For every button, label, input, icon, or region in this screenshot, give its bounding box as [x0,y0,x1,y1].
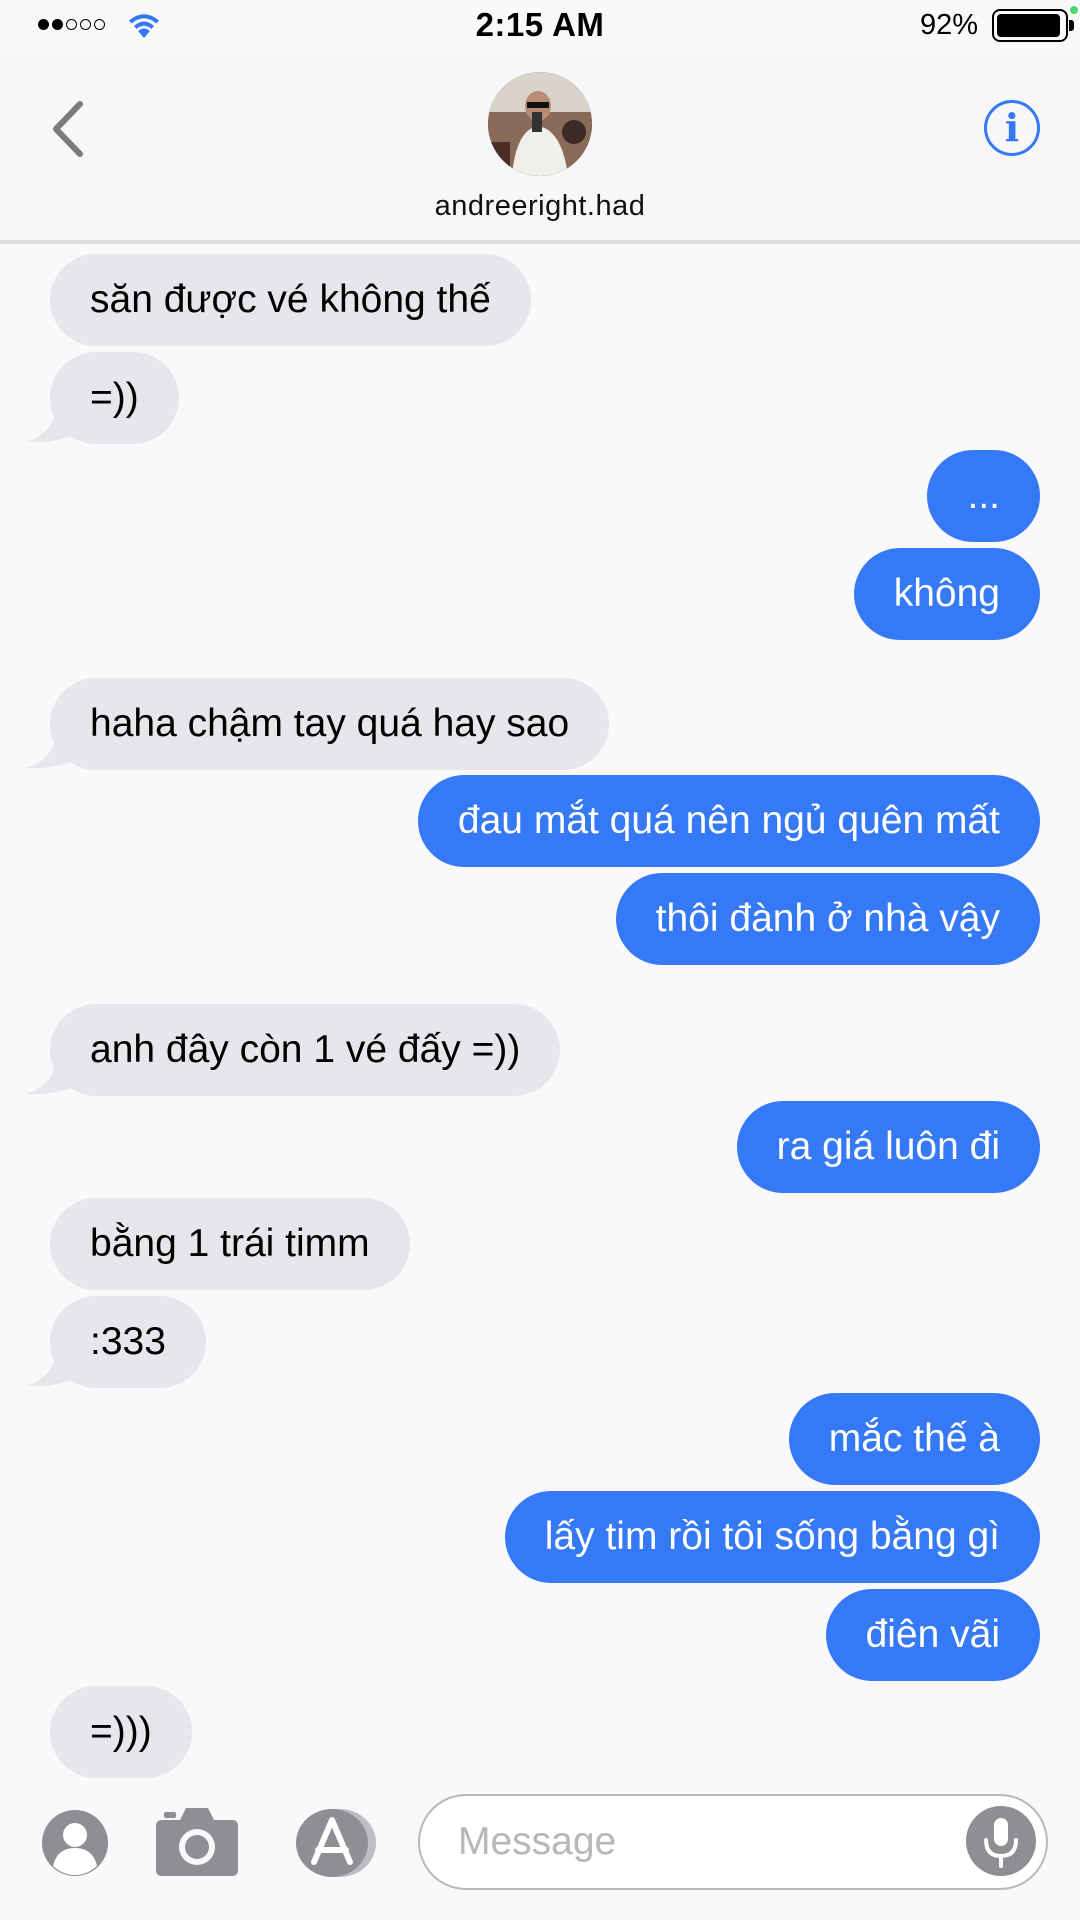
incoming-message-bubble: anh đây còn 1 vé đấy =)) [50,1004,561,1096]
incoming-message-bubble: =))) [50,1686,192,1778]
contact-avatar[interactable] [488,72,592,176]
battery-percent: 92% [919,9,978,41]
status-time: 2:15 AM [475,6,605,43]
incoming-message-bubble: săn được vé không thế [50,254,531,346]
message-input[interactable] [456,1796,940,1888]
outgoing-message-bubble: thôi đành ở nhà vậy [615,873,1040,965]
incoming-message-bubble: bằng 1 trái timm [50,1198,410,1290]
chevron-left-icon[interactable] [44,94,94,164]
outgoing-message-bubble: mắc thế à [788,1393,1040,1485]
conversation-header: andreeright.had i [0,56,1080,244]
camera-icon[interactable] [154,1802,240,1878]
outgoing-message-bubble: đau mắt quá nên ngủ quên mất [417,775,1040,867]
outgoing-message-bubble: ... [927,450,1040,542]
microphone-icon[interactable] [966,1806,1036,1876]
info-icon[interactable]: i [984,100,1040,156]
contact-icon[interactable] [40,1808,110,1878]
charging-indicator [1070,6,1078,14]
bubble-tail [26,1348,86,1387]
outgoing-message-bubble: điên vãi [825,1589,1040,1681]
outgoing-message-bubble: lấy tim rồi tôi sống bằng gì [504,1491,1040,1583]
message-list[interactable]: săn được vé không thế =)) ... không haha… [0,248,1080,1778]
imessage-screen: 2:15 AM 92% andreeright.had i săn được v… [0,0,1080,1920]
contact-name[interactable]: andreeright.had [0,190,1080,223]
compose-bar [0,1780,1080,1920]
bubble-tail [26,1056,86,1095]
outgoing-message-bubble: không [853,548,1040,640]
bubble-tail [26,730,86,769]
app-store-icon[interactable] [290,1806,382,1880]
bubble-tail [26,404,86,443]
incoming-message-bubble: haha chậm tay quá hay sao [50,678,610,770]
outgoing-message-bubble: ra giá luôn đi [736,1101,1040,1193]
battery-icon [992,9,1074,42]
status-bar: 2:15 AM 92% [0,0,1080,56]
message-field [418,1794,1048,1890]
